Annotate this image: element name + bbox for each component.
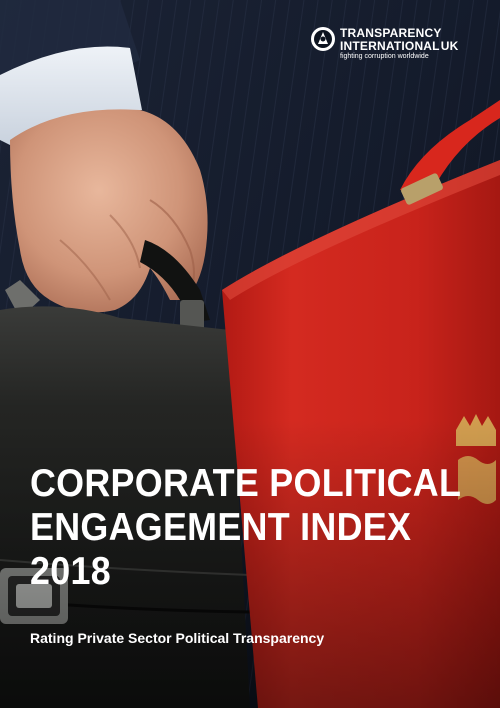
org-name-uk: UK: [440, 39, 459, 53]
org-name-international: INTERNATIONAL: [340, 39, 440, 53]
organisation-logo[interactable]: TRANSPARENCY INTERNATIONALUK fighting co…: [310, 24, 490, 64]
report-cover: TRANSPARENCY INTERNATIONALUK fighting co…: [0, 0, 500, 708]
org-name-line1: TRANSPARENCY: [340, 26, 442, 40]
title-line-year: 2018: [30, 550, 111, 593]
org-tagline: fighting corruption worldwide: [340, 53, 429, 60]
org-name-line2: INTERNATIONALUK: [340, 39, 458, 53]
transparency-international-logo-icon: [311, 27, 335, 51]
report-title: CORPORATE POLITICAL ENGAGEMENT INDEX 201…: [30, 462, 470, 594]
report-subtitle: Rating Private Sector Political Transpar…: [30, 630, 325, 646]
title-line-2: ENGAGEMENT INDEX: [30, 506, 412, 549]
cover-photo: [0, 0, 500, 708]
title-line-1: CORPORATE POLITICAL: [30, 462, 462, 505]
